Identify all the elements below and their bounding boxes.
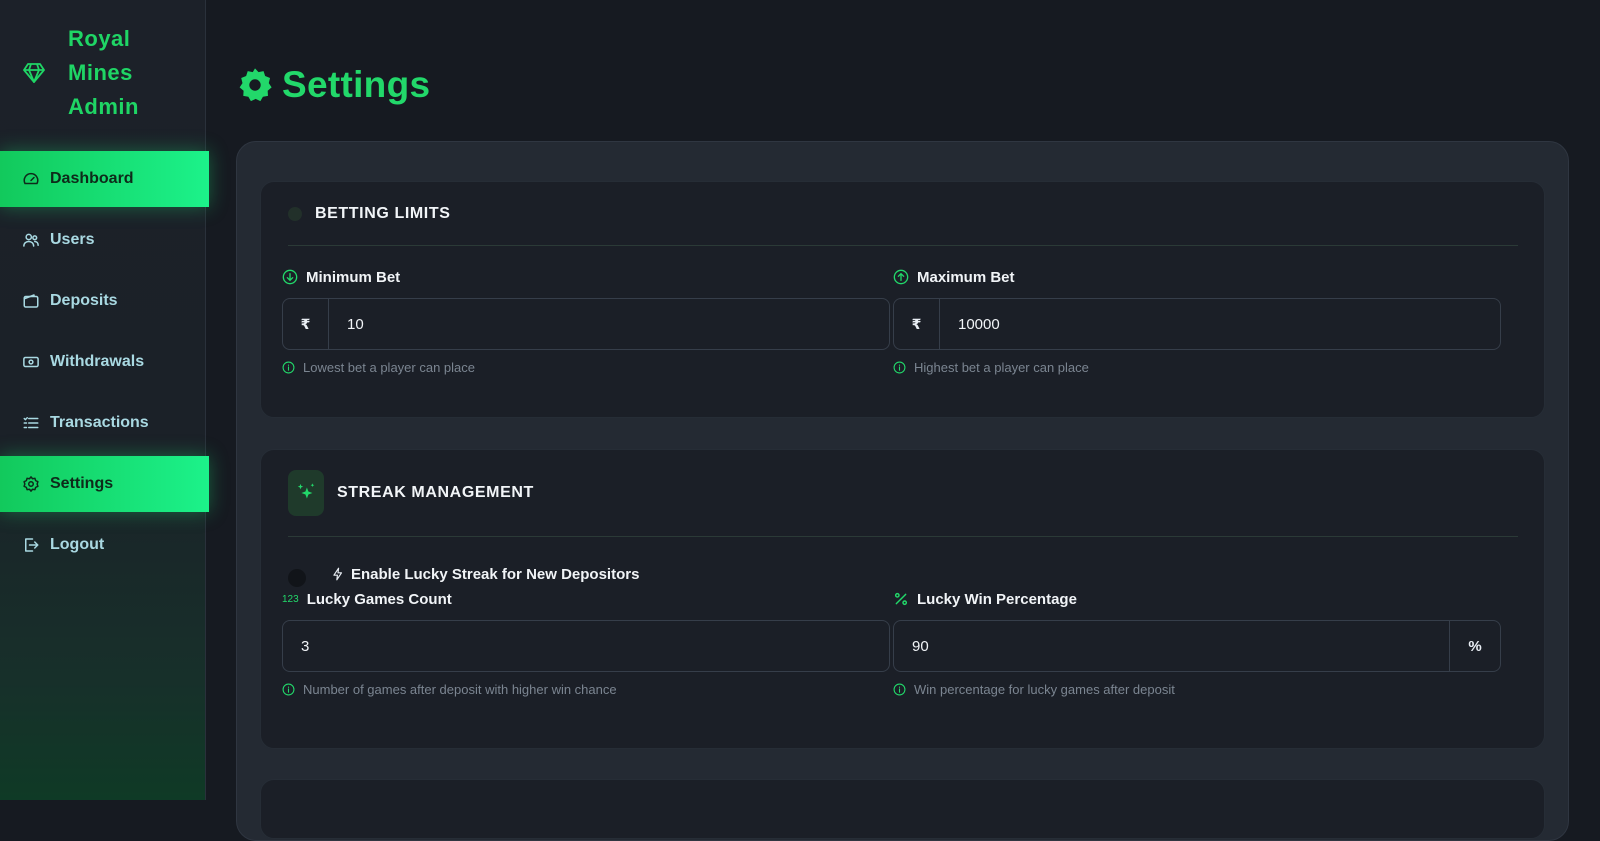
sidebar-item-users[interactable]: Users [0,212,209,268]
rupee-prefix: ₹ [894,299,940,349]
page-title: Settings [236,64,430,106]
lucky-win-percentage-field: Lucky Win Percentage % Win percentage fo… [893,588,1501,697]
info-icon [893,361,906,374]
rupee-prefix: ₹ [283,299,329,349]
maximum-bet-input[interactable] [940,299,1500,349]
sidebar-item-withdrawals[interactable]: Withdrawals [0,334,209,390]
wallet-icon [23,294,39,308]
arrow-up-circle-icon [893,269,909,285]
speedometer-icon [23,172,39,185]
lucky-win-percentage-input-group: % [893,620,1501,672]
sidebar-item-label: Dashboard [50,170,134,187]
lucky-streak-toggle[interactable] [288,569,306,587]
minimum-bet-label: Minimum Bet [282,266,890,288]
sidebar: Royal Mines Admin Dashboard Users Deposi… [0,0,209,800]
lightning-icon [333,567,343,581]
sidebar-item-label: Transactions [50,414,149,431]
sidebar-item-label: Logout [50,536,105,553]
cash-icon [23,356,39,368]
list-icon [23,417,39,429]
sparkles-icon [288,470,324,516]
info-icon [282,683,295,696]
percent-suffix: % [1449,621,1500,671]
lucky-win-percentage-input[interactable] [894,621,1449,671]
betting-limits-header: BETTING LIMITS [288,182,1518,246]
streak-management-card: STREAK MANAGEMENT Enable Lucky Streak fo… [260,449,1545,749]
brand[interactable]: Royal Mines Admin [22,22,178,124]
sidebar-item-label: Withdrawals [50,353,145,370]
streak-management-header: STREAK MANAGEMENT [288,450,1518,537]
maximum-bet-field: Maximum Bet ₹ Highest bet a player can p… [893,266,1501,375]
brand-name: Royal Mines Admin [68,26,139,119]
streak-management-title: STREAK MANAGEMENT [337,484,534,501]
lucky-games-count-hint: Number of games after deposit with highe… [282,682,890,697]
minimum-bet-hint: Lowest bet a player can place [282,360,890,375]
section-dot-icon [288,206,302,221]
betting-limits-title: BETTING LIMITS [315,204,451,222]
diamond-icon [23,63,45,83]
page-title-text: Settings [282,64,431,105]
minimum-bet-input-group: ₹ [282,298,890,350]
minimum-bet-field: Minimum Bet ₹ Lowest bet a player can pl… [282,266,890,375]
maximum-bet-hint: Highest bet a player can place [893,360,1501,375]
betting-limits-card: BETTING LIMITS Minimum Bet ₹ Lowest bet … [260,181,1545,418]
users-icon [23,233,39,247]
lucky-win-percentage-hint: Win percentage for lucky games after dep… [893,682,1501,697]
sidebar-nav: Dashboard Users Deposits Withdrawals Tra… [0,151,209,578]
maximum-bet-label: Maximum Bet [893,266,1501,288]
arrow-down-circle-icon [282,269,298,285]
percent-icon [894,592,908,606]
numbers-icon: 123 [282,593,299,605]
logout-icon [25,538,39,552]
maximum-bet-input-group: ₹ [893,298,1501,350]
sidebar-item-transactions[interactable]: Transactions [0,395,209,451]
lucky-streak-toggle-row: Enable Lucky Streak for New Depositors [288,561,639,587]
next-settings-card [260,779,1545,839]
sidebar-item-settings[interactable]: Settings [0,456,209,512]
info-icon [893,683,906,696]
minimum-bet-input[interactable] [329,299,889,349]
lucky-games-count-field: 123 Lucky Games Count Number of games af… [282,588,890,697]
gear-icon [23,476,39,492]
gear-icon [239,68,272,102]
lucky-games-count-input-group [282,620,890,672]
sidebar-item-logout[interactable]: Logout [0,517,209,573]
info-icon [282,361,295,374]
sidebar-item-deposits[interactable]: Deposits [0,273,209,329]
lucky-win-percentage-label: Lucky Win Percentage [893,588,1501,610]
sidebar-item-dashboard[interactable]: Dashboard [0,151,209,207]
sidebar-item-label: Settings [50,475,114,492]
sidebar-item-label: Users [50,231,95,248]
lucky-games-count-input[interactable] [283,621,889,671]
lucky-streak-toggle-label[interactable]: Enable Lucky Streak for New Depositors [331,566,639,583]
sidebar-item-label: Deposits [50,292,118,309]
lucky-games-count-label: 123 Lucky Games Count [282,590,452,608]
